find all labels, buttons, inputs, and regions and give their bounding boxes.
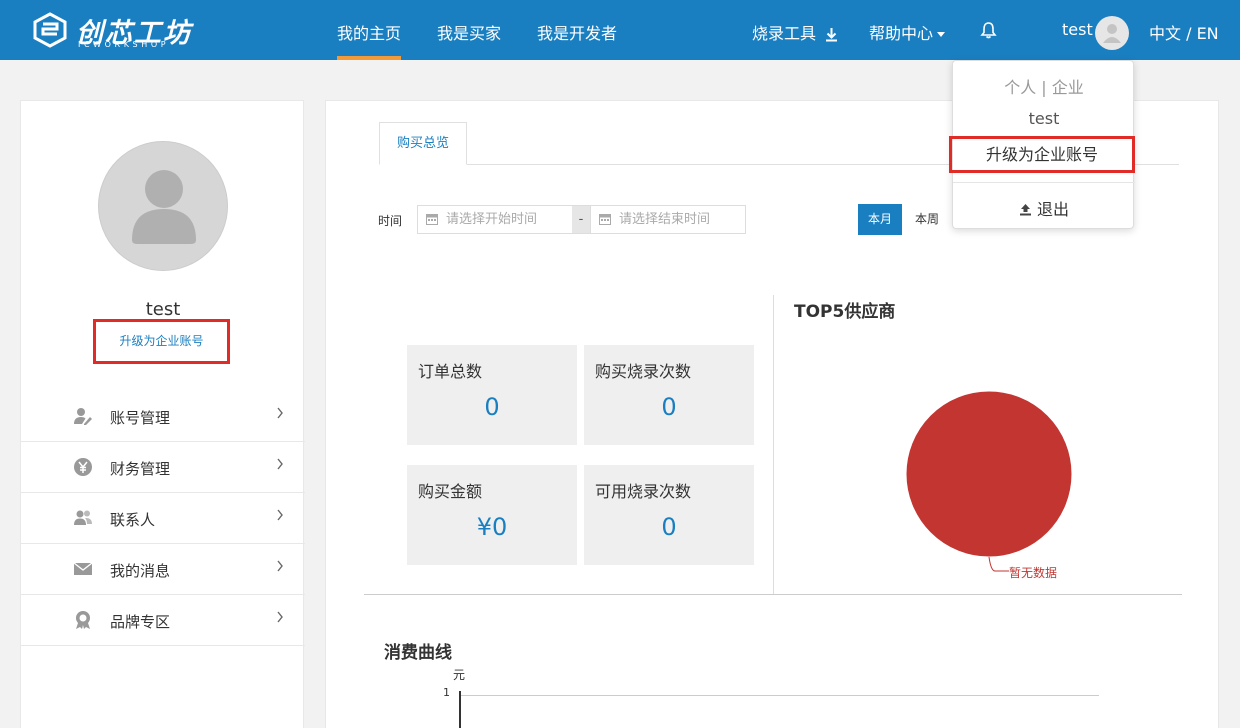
start-date-placeholder: 请选择开始时间 <box>446 212 538 227</box>
nav-my-home[interactable]: 我的主页 <box>337 20 401 44</box>
chevron-right-icon <box>277 458 283 470</box>
sidebar-item-label: 联系人 <box>110 511 156 529</box>
sidebar-item-label: 账号管理 <box>110 409 171 427</box>
user-edit-icon <box>74 408 92 425</box>
vertical-divider <box>773 295 774 595</box>
tools-menu[interactable]: 烧录工具 <box>752 20 838 44</box>
period-this-week-button[interactable]: 本周 <box>906 204 948 235</box>
upload-icon <box>1019 204 1031 216</box>
pie-slice-empty[interactable] <box>905 390 1073 558</box>
stat-title: 订单总数 <box>418 362 483 381</box>
header-avatar[interactable] <box>1095 16 1129 50</box>
curve-y-tick: 1 <box>443 686 450 699</box>
sidebar-item-contacts[interactable]: 联系人 <box>21 493 305 544</box>
stat-value: 0 <box>661 513 677 541</box>
sidebar-item-finance[interactable]: 财务管理 <box>21 442 305 493</box>
sidebar-item-label: 财务管理 <box>110 460 171 478</box>
header-username[interactable]: test <box>1062 20 1093 39</box>
nav-buyer[interactable]: 我是买家 <box>437 20 501 44</box>
download-icon <box>826 28 838 42</box>
bell-icon[interactable] <box>980 21 997 39</box>
dropdown-divider <box>953 182 1135 183</box>
chevron-right-icon <box>277 509 283 521</box>
period-this-month-button[interactable]: 本月 <box>858 204 902 235</box>
logout-button[interactable]: 退出 <box>953 196 1135 220</box>
sidebar-item-label: 我的消息 <box>110 562 171 580</box>
top-navbar: 创芯工坊 ICWORKSHOP 我的主页 我是买家 我是开发者 烧录工具 帮助中… <box>0 0 1240 60</box>
help-center-menu[interactable]: 帮助中心 <box>869 20 946 44</box>
calendar-icon <box>599 214 611 225</box>
upgrade-account-link[interactable]: 升级为企业账号 <box>93 319 230 364</box>
stat-value: 0 <box>484 393 500 421</box>
start-date-input[interactable]: 请选择开始时间 <box>417 205 573 234</box>
curve-y-unit: 元 <box>453 668 466 682</box>
tab-purchase-overview[interactable]: 购买总览 <box>379 122 467 165</box>
curve-y-axis <box>459 691 461 728</box>
sidebar-item-messages[interactable]: 我的消息 <box>21 544 305 595</box>
sidebar-item-account[interactable]: 账号管理 <box>21 391 305 442</box>
top5-pie-chart <box>905 390 1073 572</box>
sidebar-menu: 账号管理 财务管理 联系人 我的消息 品牌专区 <box>21 391 305 646</box>
stat-title: 购买烧录次数 <box>595 362 692 381</box>
pie-label-line <box>988 556 1009 572</box>
chevron-right-icon <box>277 611 283 623</box>
nav-developer[interactable]: 我是开发者 <box>537 20 617 44</box>
account-type-label: 个人 | 企业 <box>1004 78 1084 97</box>
dropdown-upgrade-account[interactable]: 升级为企业账号 <box>949 136 1135 173</box>
profile-avatar[interactable] <box>98 141 228 271</box>
yen-icon <box>74 458 92 476</box>
dropdown-username[interactable]: test <box>953 109 1135 128</box>
end-date-input[interactable]: 请选择结束时间 <box>590 205 746 234</box>
stat-value: ¥0 <box>476 513 508 541</box>
horizontal-divider <box>364 594 1182 595</box>
logo-mark-icon <box>33 12 67 48</box>
sidebar-item-brand[interactable]: 品牌专区 <box>21 595 305 646</box>
sidebar-item-label: 品牌专区 <box>110 613 171 631</box>
pie-no-data-label: 暂无数据 <box>1009 566 1058 580</box>
profile-username: test <box>145 299 181 320</box>
tools-label: 烧录工具 <box>752 24 817 43</box>
nav-active-indicator <box>337 56 401 60</box>
envelope-icon <box>73 562 93 575</box>
stat-title: 可用烧录次数 <box>595 482 692 501</box>
stat-value: 0 <box>661 393 677 421</box>
user-icon <box>132 170 196 244</box>
chevron-right-icon <box>277 560 283 572</box>
logout-label: 退出 <box>1037 200 1070 219</box>
time-label: 时间 <box>378 214 403 228</box>
consumption-curve-title: 消费曲线 <box>384 643 452 663</box>
stat-total-orders: 订单总数 0 <box>407 345 577 445</box>
top5-suppliers-title: TOP5供应商 <box>794 302 896 322</box>
logo-text-en: ICWORKSHOP <box>78 40 170 49</box>
chevron-right-icon <box>277 407 283 419</box>
user-icon <box>1103 24 1121 43</box>
user-dropdown-menu: 个人 | 企业 test 升级为企业账号 退出 <box>949 60 1135 229</box>
help-label: 帮助中心 <box>869 24 934 43</box>
contacts-icon <box>74 510 92 525</box>
curve-grid-line <box>459 695 1099 696</box>
chevron-down-icon <box>937 32 946 37</box>
language-switch[interactable]: 中文 / EN <box>1149 20 1219 44</box>
stat-title: 购买金额 <box>418 482 483 501</box>
stat-purchased-burns: 购买烧录次数 0 <box>584 345 754 445</box>
logo[interactable]: 创芯工坊 ICWORKSHOP <box>32 12 222 50</box>
end-date-placeholder: 请选择结束时间 <box>619 212 711 227</box>
calendar-icon <box>426 214 438 225</box>
date-range-separator: - <box>572 205 590 234</box>
sidebar: test 升级为企业账号 账号管理 财务管理 联系人 我的消息 品牌专区 <box>20 100 305 728</box>
badge-icon <box>76 611 90 629</box>
stat-available-burns: 可用烧录次数 0 <box>584 465 754 565</box>
stat-purchase-amount: 购买金额 ¥0 <box>407 465 577 565</box>
